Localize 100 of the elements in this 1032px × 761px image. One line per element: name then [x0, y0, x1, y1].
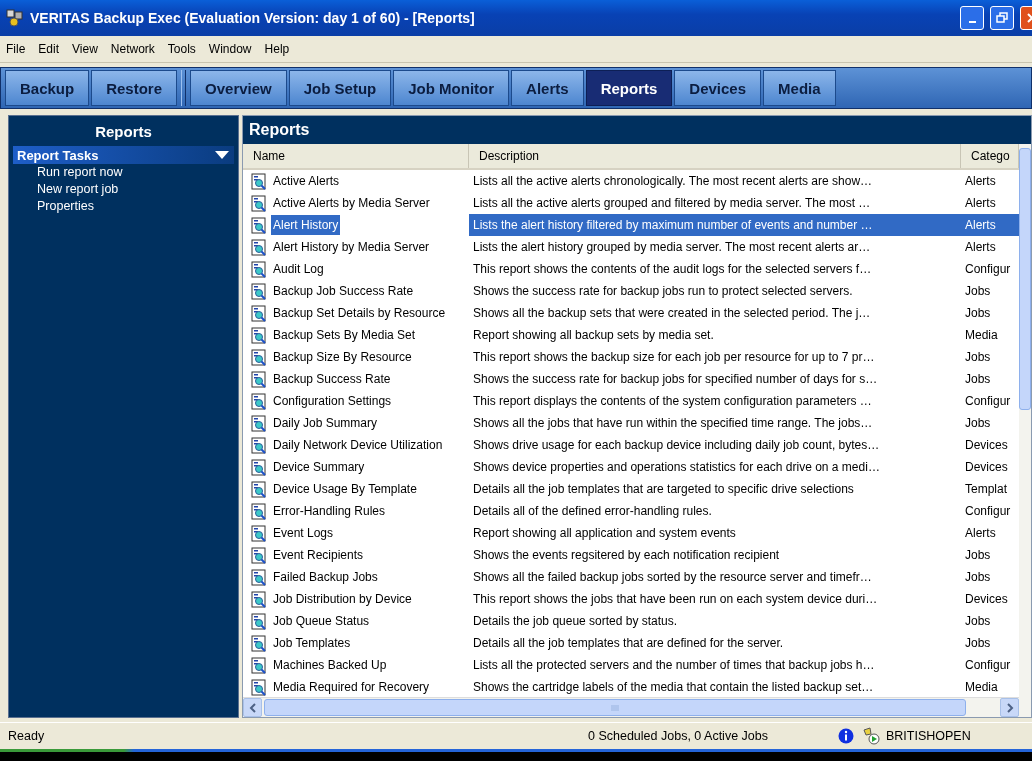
- report-name[interactable]: Backup Success Rate: [271, 369, 393, 389]
- category-cell-text: Jobs: [964, 569, 992, 586]
- description-cell-text: Details all of the defined error-handling rules.: [472, 503, 713, 520]
- report-name[interactable]: Configuration Settings: [271, 391, 394, 411]
- task-link[interactable]: Run report now: [37, 164, 238, 181]
- report-name[interactable]: Alert History by Media Server: [271, 237, 432, 257]
- menu-item[interactable]: File: [6, 42, 26, 56]
- report-name[interactable]: Active Alerts: [271, 171, 342, 191]
- category-cell-text: Alerts: [964, 195, 997, 212]
- report-icon: [251, 524, 267, 542]
- report-name[interactable]: Event Logs: [271, 523, 336, 543]
- category-cell-text: Jobs: [964, 305, 992, 322]
- nav-tab[interactable]: Reports: [585, 70, 673, 106]
- report-name[interactable]: Media Required for Recovery: [271, 677, 432, 697]
- scroll-left-icon[interactable]: [243, 698, 262, 717]
- section-title: Report Tasks: [17, 147, 99, 163]
- report-icon: [251, 502, 267, 520]
- category-cell-text: Alerts: [964, 173, 997, 190]
- menu-item[interactable]: Window: [208, 42, 252, 56]
- nav-tab[interactable]: Overview: [190, 70, 287, 106]
- description-cell-text: Shows the success rate for backup jobs for specified number of days for s…: [472, 371, 879, 388]
- scroll-right-icon[interactable]: [1000, 698, 1019, 717]
- description-cell-text: Shows the cartridge labels of the media that contain the listed backup set…: [472, 679, 875, 696]
- menu-item[interactable]: Help: [264, 42, 290, 56]
- report-name[interactable]: Job Queue Status: [271, 611, 372, 631]
- view-title: Reports: [243, 116, 1031, 144]
- column-header[interactable]: Name: [243, 144, 469, 168]
- server-name: BRITISHOPEN: [886, 729, 971, 743]
- description-cell-text: This report shows the backup size for each job per resource for up to 7 pr…: [472, 349, 876, 366]
- report-icon: [251, 414, 267, 432]
- menu-item[interactable]: Tools: [167, 42, 196, 56]
- report-icon: [251, 172, 267, 190]
- horizontal-scrollbar[interactable]: [243, 697, 1019, 717]
- report-name[interactable]: Backup Sets By Media Set: [271, 325, 418, 345]
- category-cell-text: Jobs: [964, 349, 992, 366]
- report-icon: [251, 458, 267, 476]
- report-icon: [251, 612, 267, 630]
- section-header[interactable]: Report Tasks: [13, 146, 234, 164]
- report-icon: [251, 238, 267, 256]
- server-play-icon[interactable]: [862, 727, 880, 745]
- description-cell-text: Details all the job templates that are targeted to specific drive selections: [472, 481, 855, 498]
- report-name[interactable]: Job Templates: [271, 633, 353, 653]
- vertical-scrollbar[interactable]: [1019, 144, 1031, 717]
- info-icon[interactable]: [838, 728, 854, 744]
- report-icon: [251, 304, 267, 322]
- description-cell-text: Lists the alert history grouped by media server. The most recent alerts ar…: [472, 239, 872, 256]
- report-name[interactable]: Machines Backed Up: [271, 655, 389, 675]
- report-icon: [251, 436, 267, 454]
- report-name[interactable]: Daily Network Device Utilization: [271, 435, 445, 455]
- nav-tab[interactable]: Media: [763, 70, 836, 106]
- report-name[interactable]: Audit Log: [271, 259, 326, 279]
- report-icon: [251, 678, 267, 696]
- report-name[interactable]: Backup Set Details by Resource: [271, 303, 448, 323]
- report-name[interactable]: Device Usage By Template: [271, 479, 419, 499]
- nav-tab[interactable]: Job Setup: [288, 70, 392, 106]
- jobs-status: 0 Scheduled Jobs, 0 Active Jobs: [588, 729, 769, 743]
- report-name[interactable]: Error-Handling Rules: [271, 501, 388, 521]
- task-link[interactable]: Properties: [37, 198, 238, 215]
- report-name[interactable]: Backup Job Success Rate: [271, 281, 416, 301]
- description-cell-text: This report shows the contents of the audit logs for the selected servers f…: [472, 261, 873, 278]
- collapse-icon[interactable]: [214, 150, 230, 160]
- category-cell-text: Configur: [964, 657, 1012, 674]
- report-name[interactable]: Device Summary: [271, 457, 367, 477]
- report-name[interactable]: Alert History: [271, 215, 341, 235]
- nav-tab[interactable]: Backup: [5, 70, 90, 106]
- report-name[interactable]: Backup Size By Resource: [271, 347, 414, 367]
- description-cell: Lists the alert history filtered by maximum number of events and number …: [469, 214, 961, 236]
- report-name[interactable]: Daily Job Summary: [271, 413, 380, 433]
- menu-item[interactable]: View: [72, 42, 98, 56]
- report-icon: [251, 216, 267, 234]
- column-header[interactable]: Description: [469, 144, 961, 168]
- status-text: Ready: [7, 729, 46, 743]
- report-name[interactable]: Job Distribution by Device: [271, 589, 414, 609]
- vertical-scroll-thumb[interactable]: [1019, 148, 1031, 410]
- description-cell-text: Lists all the protected servers and the number of times that backup jobs h…: [472, 657, 876, 674]
- nav-tab[interactable]: Job Monitor: [393, 70, 510, 106]
- menu-item[interactable]: Edit: [38, 42, 60, 56]
- report-name[interactable]: Active Alerts by Media Server: [271, 193, 432, 213]
- category-cell-text: Jobs: [964, 635, 992, 652]
- report-icon: [251, 590, 267, 608]
- restore-button[interactable]: [990, 6, 1014, 30]
- category-cell-text: Jobs: [964, 371, 992, 388]
- nav-tab[interactable]: Restore: [91, 70, 178, 106]
- minimize-button[interactable]: [960, 6, 984, 30]
- nav-tab[interactable]: Devices: [674, 70, 762, 106]
- task-link[interactable]: New report job: [37, 181, 238, 198]
- report-icon: [251, 348, 267, 366]
- report-icon: [251, 370, 267, 388]
- category-cell-text: Configur: [964, 393, 1012, 410]
- report-name[interactable]: Event Recipients: [271, 545, 366, 565]
- menu-item[interactable]: Network: [110, 42, 155, 56]
- description-cell-text: Shows device properties and operations statistics for each drive on a medi…: [472, 459, 881, 476]
- category-cell-text: Templat: [964, 481, 1009, 498]
- nav-tab[interactable]: Alerts: [511, 70, 584, 106]
- category-cell-text: Jobs: [964, 415, 992, 432]
- category-cell: Alerts: [961, 214, 1019, 236]
- category-cell-text: Jobs: [964, 283, 992, 300]
- report-name[interactable]: Failed Backup Jobs: [271, 567, 380, 587]
- scroll-thumb[interactable]: [264, 699, 966, 716]
- category-cell-text: Media: [964, 327, 999, 344]
